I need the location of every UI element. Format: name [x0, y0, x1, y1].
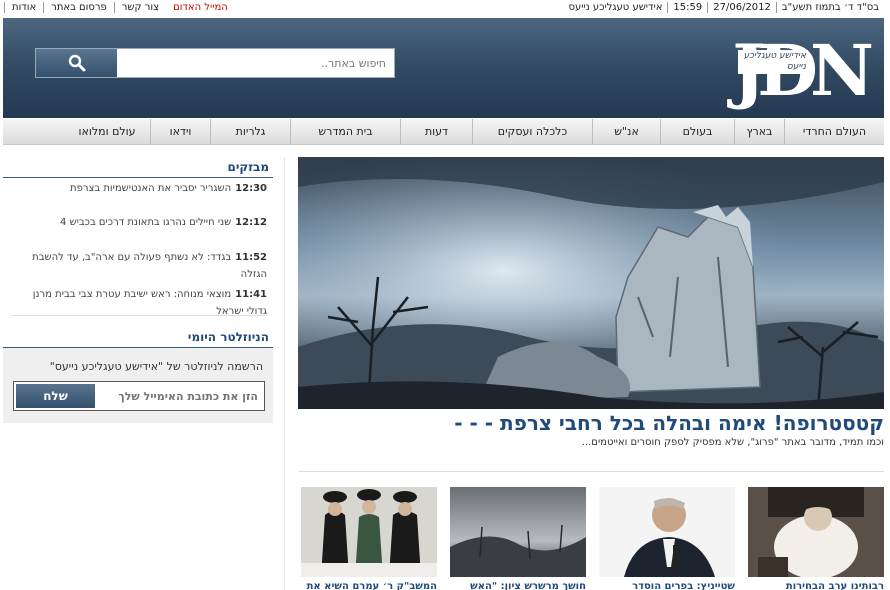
content-divider [298, 471, 884, 472]
red-mail-link[interactable]: המייל האדום [166, 2, 235, 13]
thumbnail-item[interactable]: המשב"ק ר׳ עמרם השיא את [301, 487, 437, 590]
thumbnail-row: רבותינו ערב הבחירות שטייניץ: בפרים הוסדר [298, 487, 884, 590]
site-name-label: אידישע טעגליכע נייעס [568, 2, 663, 13]
news-time: 11:52 [235, 252, 267, 263]
thumbnail-caption: שטייניץ: בפרים הוסדר [632, 581, 735, 590]
main-nav: העולם החרדי בארץ בעולם אנ"ש כלכלה ועסקים… [3, 119, 884, 145]
nav-item-economy[interactable]: כלכלה ועסקים [472, 119, 592, 145]
newsletter-box: הרשמה לניוזלטר של "אידישע טעגליכע נייעס"… [3, 347, 273, 423]
contact-link[interactable]: צור קשר [113, 2, 166, 13]
nav-item-haredi-world[interactable]: העולם החרדי [784, 119, 884, 145]
news-text: השגריר יסביר את האנטישמיות בצרפת [70, 183, 232, 194]
newsletter-text: הרשמה לניוזלטר של "אידישע טעגליכע נייעס" [49, 360, 263, 373]
news-time: 11:41 [235, 289, 267, 300]
main-subline: וכמו תמיד, מדובר באתר "פרוג", שלא מפסיק … [581, 437, 884, 448]
search-input[interactable] [116, 49, 394, 77]
nav-item-galleries[interactable]: גלריות [210, 119, 290, 145]
news-text: בגדד: לא נשתף פעולה עם ארה"ב, עד להשבת ה… [32, 252, 267, 280]
nav-item-world-and-all[interactable]: עולם ומלואו [64, 119, 150, 145]
about-link[interactable]: אודות [4, 2, 43, 13]
hebrew-date: בס"ד ד׳ בתמוז תשע"ב [775, 2, 884, 13]
hero-image[interactable] [298, 157, 884, 409]
gregorian-date: 27/06/2012 [707, 2, 776, 13]
main-headline[interactable]: קטסטרופה! אימה ובהלה בכל רחבי צרפת - - - [298, 410, 884, 436]
news-item[interactable]: 11:52בגדד: לא נשתף פעולה עם ארה"ב, עד לה… [11, 247, 267, 284]
newsletter-form: שלח [13, 381, 265, 411]
thumbnail-caption: המשב"ק ר׳ עמרם השיא את [306, 581, 437, 590]
nav-item-israel[interactable]: בארץ [734, 119, 784, 145]
site-logo[interactable]: JDN אידישע טעגליכע נייעס [732, 32, 874, 108]
current-time: 15:59 [667, 2, 707, 13]
news-text: שני חיילים נהרגו בתאונת דרכים בכביש 4 [60, 217, 232, 228]
thumbnail-item[interactable]: חושך מרשרש ציון: "האש [450, 487, 586, 590]
news-time: 12:12 [235, 217, 267, 228]
breaking-news-box: מבזקים 12:30השגריר יסביר את האנטישמיות ב… [3, 157, 273, 317]
site-header: JDN אידישע טעגליכע נייעס [3, 18, 884, 118]
magnifier-icon [68, 54, 85, 72]
breaking-news-title: מבזקים [3, 157, 273, 178]
thumbnail-caption: רבותינו ערב הבחירות [785, 581, 884, 590]
news-text: מוצאי מנוחה: ראש ישיבת עטרת צבי בבית מרנ… [32, 289, 267, 317]
newsletter-title: הניוזלטר היומי [187, 330, 269, 344]
thumbnail-item[interactable]: רבותינו ערב הבחירות [748, 487, 884, 590]
nav-item-opinions[interactable]: דעות [400, 119, 472, 145]
thumbnail-image [599, 487, 735, 577]
thumbnail-image [748, 487, 884, 577]
thumbnail-item[interactable]: שטייניץ: בפרים הוסדר [599, 487, 735, 590]
logo-subtext: אידישע טעגליכע נייעס [738, 50, 808, 74]
search-button[interactable] [36, 49, 117, 77]
news-time: 12:30 [235, 183, 267, 194]
search-box [35, 48, 395, 78]
nav-item-world[interactable]: בעולם [660, 119, 734, 145]
news-item[interactable]: 12:12שני חיילים נהרגו בתאונת דרכים בכביש… [11, 212, 267, 247]
column-divider [284, 157, 285, 590]
nav-item-anash[interactable]: אנ"ש [592, 119, 660, 145]
nav-item-video[interactable]: וידאו [150, 119, 210, 145]
thumbnail-image [301, 487, 437, 577]
thumbnail-caption: חושך מרשרש ציון: "האש [470, 581, 586, 590]
advertise-link[interactable]: פרסום באתר [43, 2, 114, 13]
email-field[interactable] [96, 382, 264, 410]
newsletter-submit-button[interactable]: שלח [16, 384, 95, 408]
nav-item-beit-midrash[interactable]: בית המדרש [290, 119, 400, 145]
hero-illustration [298, 157, 884, 409]
news-item[interactable]: 12:30השגריר יסביר את האנטישמיות בצרפת [11, 178, 267, 212]
top-links: המייל האדום צור קשר פרסום באתר אודות [4, 2, 235, 13]
sidebar: מבזקים 12:30השגריר יסביר את האנטישמיות ב… [3, 157, 273, 423]
date-time-bar: בס"ד ד׳ בתמוז תשע"ב 27/06/2012 15:59 איד… [564, 2, 884, 13]
breaking-news-list: 12:30השגריר יסביר את האנטישמיות בצרפת 12… [11, 178, 267, 317]
thumbnail-image [450, 487, 586, 577]
news-item[interactable]: 11:41מוצאי מנוחה: ראש ישיבת עטרת צבי בבי… [11, 284, 267, 317]
top-bar: בס"ד ד׳ בתמוז תשע"ב 27/06/2012 15:59 איד… [0, 0, 890, 17]
